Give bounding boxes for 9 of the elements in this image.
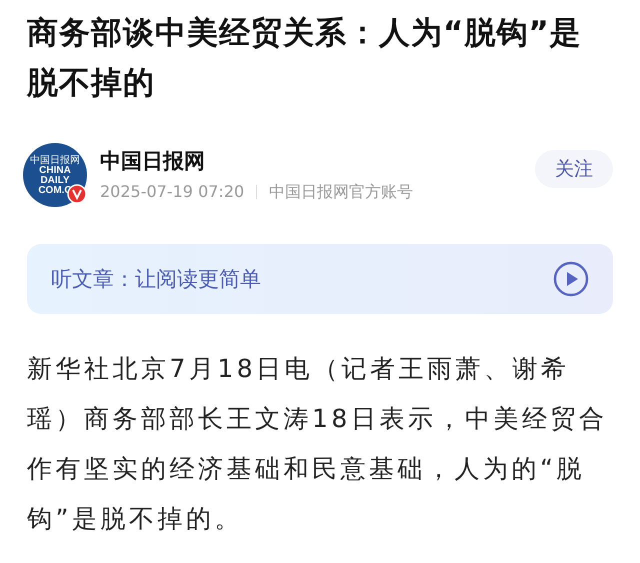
publish-time: 2025-07-19 07:20 <box>100 182 244 202</box>
headline: 商务部谈中美经贸关系：人为“脱钩”是脱不掉的 <box>27 14 583 103</box>
listen-label: 听文章：让阅读更简单 <box>51 266 261 293</box>
account-label: 中国日报网官方账号 <box>269 182 414 202</box>
follow-button[interactable]: 关注 <box>535 150 613 188</box>
listen-banner[interactable]: 听文章：让阅读更简单 <box>27 244 613 314</box>
play-icon[interactable] <box>553 261 589 297</box>
author-name: 中国日报网 <box>100 148 206 174</box>
article-paragraph: 新华社北京7月18日电（记者王雨萧、谢希瑶）商务部部长王文涛18日表示，中美经贸合作有坚实的经济基础和民意基础，人为的“脱钩”是脱不掉的。 <box>27 353 608 535</box>
